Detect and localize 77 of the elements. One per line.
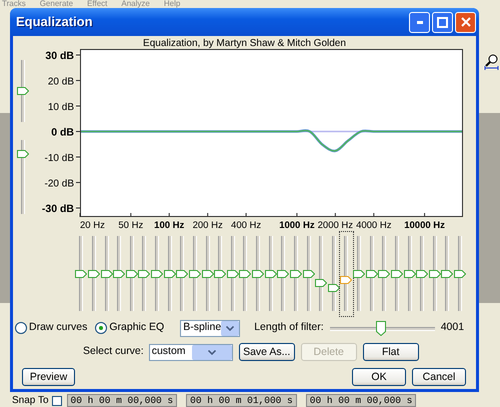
slider-thumb[interactable] [366, 270, 378, 278]
slider-thumb[interactable] [75, 270, 88, 278]
slider-thumb[interactable] [302, 270, 315, 278]
slider-thumb[interactable] [226, 270, 239, 278]
dialog-button[interactable]: OK [352, 368, 406, 386]
close-icon [460, 17, 470, 27]
slider-thumb[interactable] [138, 270, 150, 278]
minimize-icon [416, 20, 422, 24]
radio-option[interactable]: Graphic EQ [95, 320, 164, 336]
dialog-button[interactable]: Cancel [412, 368, 466, 386]
slider-thumb[interactable] [164, 270, 176, 278]
curve-button[interactable]: Flat [362, 343, 419, 361]
time-field[interactable]: 00 h 00 m 00,000 s [66, 394, 178, 407]
slider-thumb[interactable] [353, 270, 366, 278]
slider-thumb[interactable] [378, 270, 390, 278]
zoom-icon[interactable] [484, 54, 499, 70]
y-axis-label: 0 dB [51, 126, 74, 138]
slider-thumb[interactable] [376, 320, 386, 336]
slider-thumb[interactable] [390, 270, 403, 278]
y-axis-label: 20 dB [48, 76, 74, 88]
select-curve-label: Select curve: [83, 344, 144, 360]
x-axis-label: 4000 Hz [356, 220, 392, 231]
slider-thumb[interactable] [239, 270, 252, 278]
slider-thumb[interactable] [214, 270, 226, 278]
x-axis-label: 1000 Hz [279, 220, 315, 231]
y-axis-label: -10 dB [44, 153, 74, 164]
slider-thumb[interactable] [176, 270, 188, 278]
x-axis-label: 20 Hz [80, 220, 105, 231]
slider-thumb[interactable] [113, 270, 126, 278]
slider-thumb[interactable] [188, 270, 201, 278]
maximize-button[interactable] [432, 12, 453, 32]
slider-thumb[interactable] [202, 270, 214, 278]
snap-to-checkbox[interactable] [52, 396, 62, 406]
plot-area[interactable] [80, 49, 463, 217]
slider-thumb[interactable] [126, 270, 138, 278]
snap-to-label: Snap To [12, 394, 49, 406]
slider-thumb[interactable] [340, 276, 352, 284]
slider-thumb[interactable] [264, 270, 277, 278]
preview-button[interactable]: Preview [22, 368, 75, 386]
y-axis-label: -30 dB [42, 203, 74, 215]
time-field[interactable]: 00 h 00 m 00,000 s [306, 394, 416, 407]
x-axis-label: 50 Hz [118, 220, 144, 231]
close-button[interactable] [455, 12, 476, 32]
x-axis-label: 10000 Hz [404, 220, 445, 231]
slider-thumb[interactable] [151, 270, 164, 278]
y-axis-label: 30 dB [45, 50, 74, 62]
y-axis-label: -20 dB [44, 178, 74, 190]
slider-thumb[interactable] [100, 270, 113, 278]
slider-thumb[interactable] [454, 270, 466, 278]
slider-thumb[interactable] [290, 270, 302, 278]
slider-thumb[interactable] [416, 270, 428, 278]
filter-length-label: Length of filter: [254, 320, 324, 336]
window-title: Equalization [16, 13, 94, 32]
maximize-icon [437, 16, 448, 28]
slider-thumb[interactable] [17, 87, 29, 95]
curve-dropdown[interactable]: custom [148, 344, 233, 360]
graph-title: Equalization, by Martyn Shaw & Mitch Golden [142, 38, 347, 49]
x-axis-label: 200 Hz [192, 220, 223, 231]
time-field[interactable]: 00 h 00 m 01,000 s [186, 394, 297, 407]
slider-thumb[interactable] [252, 270, 264, 278]
slider-thumb[interactable] [277, 270, 290, 278]
slider-thumb[interactable] [17, 150, 29, 158]
x-axis-label: 100 Hz [154, 220, 184, 231]
slider-thumb[interactable] [428, 270, 441, 278]
curve-button[interactable]: Save As... [238, 343, 295, 361]
minimize-button[interactable] [409, 12, 430, 32]
slider-thumb[interactable] [315, 279, 328, 288]
y-axis-label: 10 dB [48, 102, 74, 113]
slider-thumb[interactable] [88, 270, 100, 278]
x-axis-label: 2000 Hz [318, 220, 354, 231]
slider-thumb[interactable] [328, 284, 340, 292]
slider-thumb[interactable] [404, 270, 416, 278]
slider-thumb[interactable] [441, 270, 454, 278]
interpolation-dropdown[interactable]: B-spline [180, 320, 240, 336]
radio-option[interactable]: Draw curves [15, 320, 88, 336]
x-axis-label: 400 Hz [231, 220, 262, 231]
filter-length-value: 4001 [440, 320, 464, 336]
